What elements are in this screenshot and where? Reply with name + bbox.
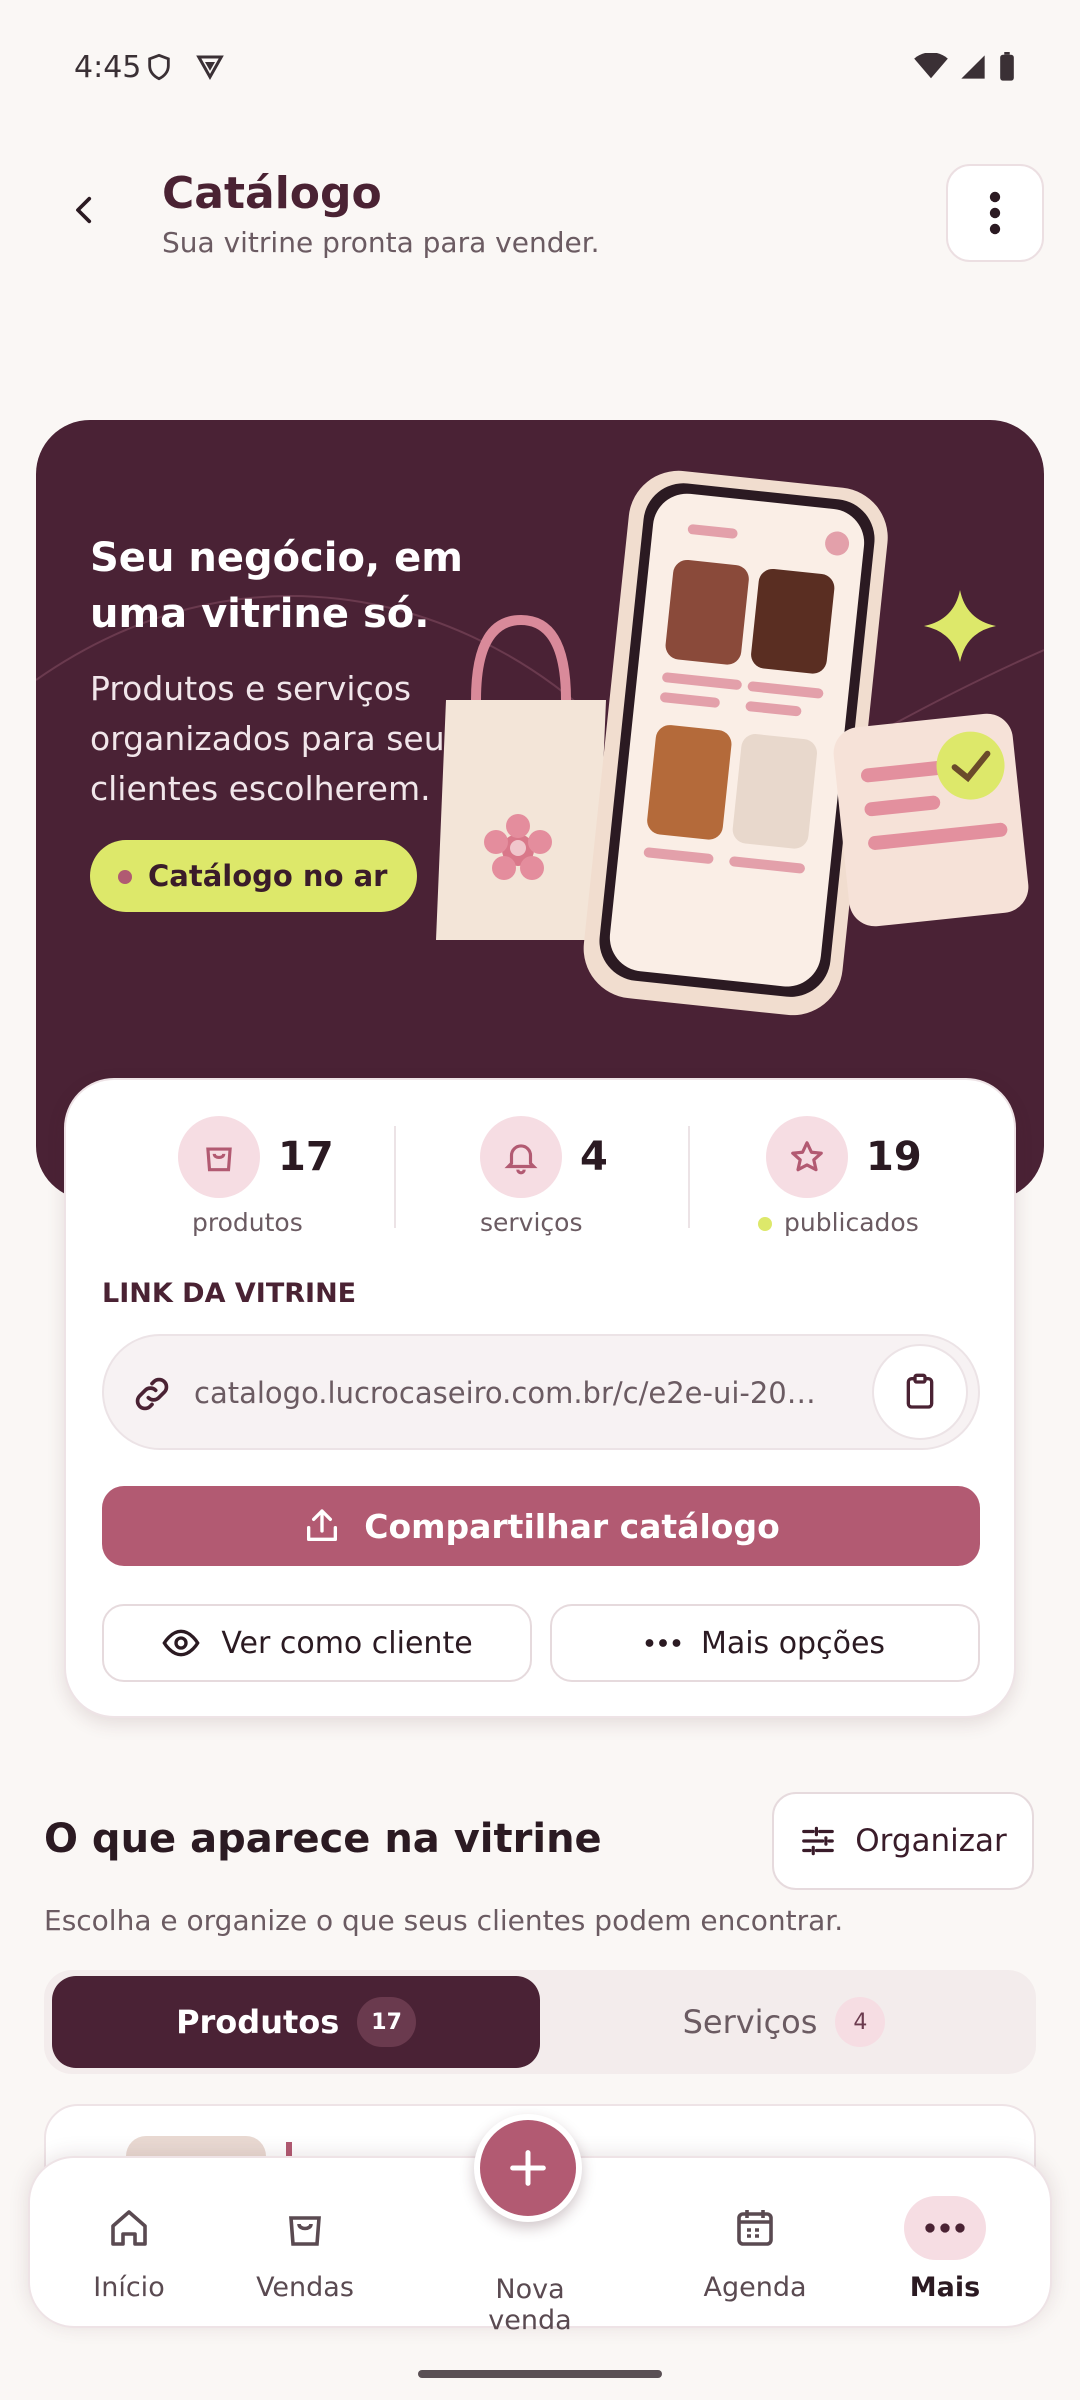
more-vertical-icon (989, 191, 1001, 235)
back-arrow-icon (76, 196, 92, 224)
showcase-section-subtitle: Escolha e organize o que seus clientes p… (44, 1904, 844, 1937)
vpn-icon (196, 55, 224, 81)
battery-icon (1000, 52, 1014, 81)
signal-icon (961, 55, 985, 79)
bell-icon (480, 1116, 562, 1198)
nav-sales-label: Vendas (256, 2272, 354, 2303)
home-icon (44, 2196, 214, 2260)
stat-products[interactable]: 17 produtos (178, 1116, 334, 1237)
nav-agenda-label: Agenda (703, 2272, 807, 2303)
check-card-icon (833, 713, 1029, 927)
page-subtitle: Sua vitrine pronta para vender. (162, 226, 600, 259)
stat-divider (394, 1126, 396, 1228)
view-as-client-button[interactable]: Ver como cliente (102, 1604, 532, 1682)
star-icon (766, 1116, 848, 1198)
more-horizontal-icon (904, 2196, 986, 2260)
new-sale-button[interactable] (474, 2114, 582, 2222)
more-horizontal-icon (645, 1639, 681, 1647)
copy-link-button[interactable] (872, 1344, 968, 1440)
page-title: Catálogo (162, 168, 382, 219)
share-catalog-button[interactable]: Compartilhar catálogo (102, 1486, 980, 1566)
calendar-icon (670, 2196, 840, 2260)
catalog-link-url: catalogo.lucrocaseiro.com.br/c/e2e-ui-20… (194, 1376, 834, 1410)
status-icons-left (145, 52, 225, 82)
wifi-icon (914, 53, 948, 79)
share-catalog-label: Compartilhar catálogo (364, 1506, 780, 1546)
catalog-live-badge: Catálogo no ar (90, 840, 418, 912)
tab-products-count: 17 (357, 1997, 416, 2047)
back-button[interactable] (60, 185, 110, 235)
stat-published[interactable]: 19 publicados (758, 1116, 922, 1237)
share-icon (307, 1509, 338, 1541)
status-icons-right (914, 52, 1016, 82)
nav-item-more[interactable]: Mais (860, 2196, 1030, 2303)
stat-published-label-row: publicados (758, 1208, 922, 1237)
tab-products[interactable]: Produtos 17 (52, 1976, 540, 2068)
catalog-stats-card: 17 produtos 4 serviços 19 publicados LIN… (64, 1078, 1016, 1718)
more-options-label: Mais opções (700, 1625, 886, 1661)
nav-item-sales[interactable]: Vendas (220, 2196, 390, 2303)
tab-products-label: Produtos (176, 2003, 340, 2041)
catalog-live-label: Catálogo no ar (148, 859, 388, 893)
nav-more-label: Mais (909, 2272, 981, 2303)
plus-icon (510, 2150, 546, 2186)
more-nav-icon-wrap (860, 2196, 1030, 2260)
stat-published-value: 19 (866, 1134, 922, 1180)
shopping-bag-nav-icon (220, 2196, 390, 2260)
organize-label: Organizar (855, 1823, 1007, 1859)
shield-icon (148, 53, 170, 81)
catalog-illustration (436, 470, 1029, 1016)
shopping-bag-icon (436, 614, 606, 940)
overflow-menu-button[interactable] (946, 164, 1044, 262)
nav-new-sale-label[interactable]: Nova venda (450, 2274, 610, 2336)
bottom-navigation: Início Vendas Nova venda Agenda Mais (28, 2114, 1052, 2336)
tab-services-label: Serviços (682, 2003, 818, 2041)
stat-published-label: publicados (784, 1208, 919, 1237)
sparkle-icon (924, 590, 996, 662)
stat-products-label: produtos (192, 1208, 303, 1237)
clipboard-icon (906, 1373, 934, 1409)
eye-icon (162, 1629, 200, 1657)
tab-services[interactable]: Serviços 4 (540, 1976, 1028, 2068)
bag-icon (178, 1116, 260, 1198)
home-indicator (418, 2370, 662, 2378)
stat-products-value: 17 (278, 1134, 334, 1180)
more-options-button[interactable]: Mais opções (550, 1604, 980, 1682)
nav-item-home[interactable]: Início (44, 2196, 214, 2303)
link-section-label: LINK DA VITRINE (102, 1278, 357, 1309)
nav-home-label: Início (93, 2272, 165, 2303)
tab-services-count: 4 (835, 1997, 886, 2047)
stat-services-label: serviços (480, 1208, 583, 1237)
sliders-icon (802, 1826, 835, 1856)
stat-services[interactable]: 4 serviços (480, 1116, 608, 1237)
published-dot-icon (758, 1217, 772, 1231)
nav-item-agenda[interactable]: Agenda (670, 2196, 840, 2303)
organize-button[interactable]: Organizar (772, 1792, 1034, 1890)
showcase-tabs: Produtos 17 Serviços 4 (44, 1970, 1036, 2074)
status-time: 4:45 (74, 50, 142, 85)
catalog-link-field[interactable]: catalogo.lucrocaseiro.com.br/c/e2e-ui-20… (102, 1334, 980, 1450)
stat-services-value: 4 (580, 1134, 608, 1180)
live-dot-icon (118, 870, 132, 884)
link-icon (135, 1377, 169, 1411)
stat-divider (688, 1126, 690, 1228)
view-as-client-label: Ver como cliente (221, 1625, 473, 1661)
showcase-section-title: O que aparece na vitrine (44, 1816, 602, 1862)
